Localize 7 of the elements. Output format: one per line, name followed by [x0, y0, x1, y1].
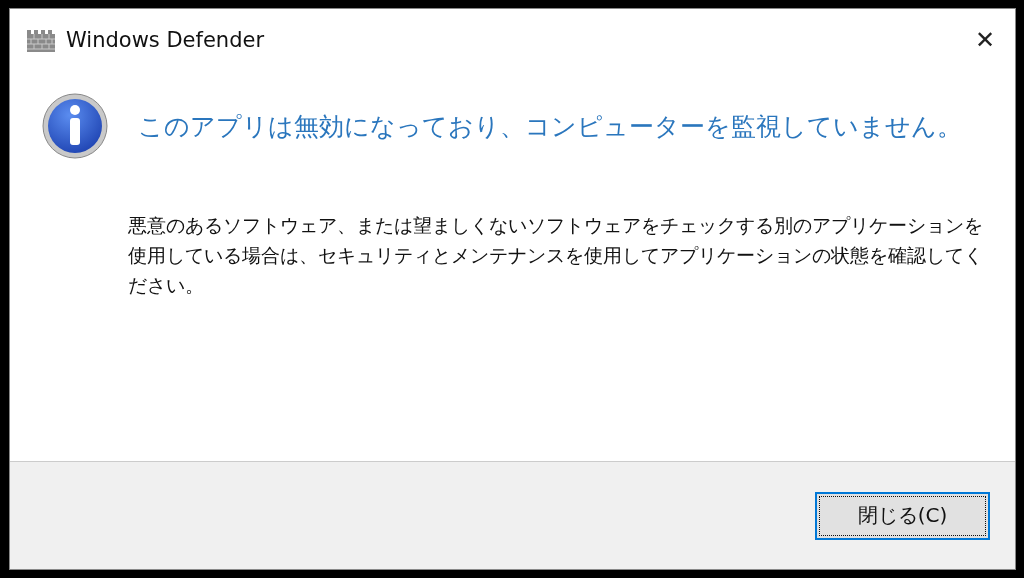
- close-button[interactable]: ✕: [955, 9, 1015, 71]
- castle-icon: [26, 28, 56, 52]
- message-body: 悪意のあるソフトウェア、または望ましくないソフトウェアをチェックする別のアプリケーションを使用している場合は、セキュリティとメンテナンスを使用してアプリケーションの状態を確認してください。: [128, 214, 984, 298]
- close-dialog-button[interactable]: 閉じる(C): [815, 491, 990, 540]
- window-title: Windows Defender: [66, 28, 265, 52]
- message-heading: このアプリは無効になっており、コンピューターを監視していません。: [138, 110, 962, 143]
- info-icon: [42, 93, 108, 159]
